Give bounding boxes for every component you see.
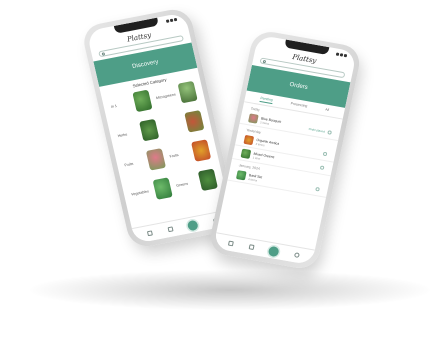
category-image xyxy=(152,177,173,200)
home-icon[interactable] xyxy=(227,240,234,247)
phone-left-screen: Plattsy Discovery Selected Category In 1… xyxy=(86,12,234,244)
home-icon[interactable] xyxy=(146,230,153,237)
order-thumbnail xyxy=(240,148,252,159)
status-icons xyxy=(165,17,178,23)
phone-right-screen: Plattsy Orders Pending Processing All To… xyxy=(213,34,357,266)
order-status: Order placed xyxy=(308,126,326,134)
category-image xyxy=(132,89,153,113)
category-label: Microgreens xyxy=(155,92,177,101)
category-item[interactable]: Herbs xyxy=(115,116,160,149)
order-thumbnail xyxy=(243,134,255,146)
phone-right: Plattsy Orders Pending Processing All To… xyxy=(207,28,363,272)
list-icon[interactable] xyxy=(167,226,174,233)
category-item[interactable]: Greens xyxy=(174,166,219,199)
status-icons xyxy=(335,52,348,58)
tab-all[interactable]: All xyxy=(325,107,330,114)
tab-pending[interactable]: Pending xyxy=(259,96,274,105)
category-item[interactable]: Fruits xyxy=(122,145,167,178)
chevron-icon xyxy=(322,151,328,156)
list-icon[interactable] xyxy=(248,244,255,250)
category-label: Vegetables xyxy=(130,189,150,197)
category-grid: In 1 Microgreens Herbs Fruits Fruits Veg… xyxy=(101,77,225,209)
order-thumbnail xyxy=(235,170,247,181)
category-image xyxy=(197,168,218,192)
category-item[interactable]: Fruits xyxy=(167,136,212,169)
category-image xyxy=(191,139,212,162)
category-label: Greens xyxy=(175,181,189,188)
category-item[interactable]: Vegetables xyxy=(128,174,173,207)
search-icon xyxy=(262,59,266,64)
category-item[interactable] xyxy=(160,107,205,140)
category-label: Herbs xyxy=(117,132,128,139)
cart-icon[interactable] xyxy=(186,219,200,231)
category-label: Fruits xyxy=(169,152,179,159)
order-thumbnail xyxy=(247,113,259,124)
category-label: In 1 xyxy=(110,103,118,109)
cart-icon[interactable] xyxy=(268,245,281,257)
chevron-icon xyxy=(315,186,321,192)
search-icon xyxy=(101,52,105,56)
tab-bar xyxy=(213,232,315,266)
tab-processing[interactable]: Processing xyxy=(290,101,307,110)
category-image xyxy=(145,148,167,171)
chevron-icon xyxy=(327,129,333,135)
category-image xyxy=(177,80,198,104)
category-image xyxy=(184,110,205,133)
user-icon[interactable] xyxy=(294,252,301,259)
category-image xyxy=(139,118,160,142)
category-label: Fruits xyxy=(124,161,134,168)
chevron-icon xyxy=(319,164,325,170)
floor-shadow xyxy=(30,270,430,310)
